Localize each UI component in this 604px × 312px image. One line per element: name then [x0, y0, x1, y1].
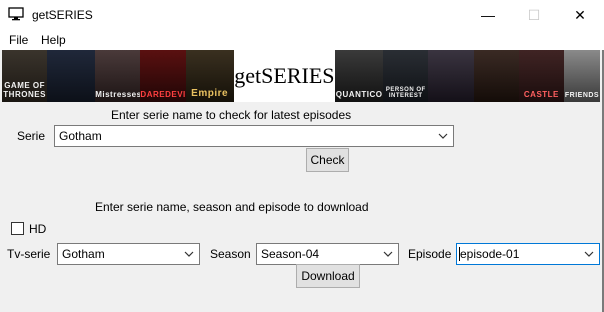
chevron-down-icon	[383, 251, 393, 257]
app-monitor-icon	[8, 7, 24, 21]
poster-person-of-interest: PERSON OF INTEREST	[383, 50, 429, 102]
chevron-down-icon	[184, 251, 194, 257]
check-heading: Enter serie name to check for latest epi…	[111, 108, 352, 122]
tvserie-combobox[interactable]: Gotham	[57, 243, 200, 265]
episode-combobox[interactable]: episode-01	[456, 243, 600, 265]
hd-label: HD	[29, 222, 47, 236]
poster-quantico: QUANTICO	[335, 50, 384, 102]
main-panel: GAME OF THRONES Mistresses DAREDEVIL Emp…	[0, 50, 604, 312]
poster-series-8	[428, 50, 474, 102]
menu-file[interactable]: File	[9, 33, 28, 47]
poster-castle: CASTLE	[518, 50, 564, 102]
window-title: getSERIES	[32, 8, 93, 22]
serie-combobox[interactable]: Gotham	[54, 125, 454, 147]
season-label: Season	[210, 247, 251, 261]
download-heading: Enter serie name, season and episode to …	[95, 200, 369, 214]
close-button[interactable]: ✕	[557, 0, 603, 30]
menu-bar: File Help	[0, 30, 604, 50]
series-banner: GAME OF THRONES Mistresses DAREDEVIL Emp…	[2, 50, 600, 102]
episode-label: Episode	[408, 247, 452, 261]
poster-mistresses: Mistresses	[95, 50, 141, 102]
minimize-button[interactable]: —	[465, 0, 511, 30]
season-value: Season-04	[261, 247, 320, 261]
menu-help[interactable]: Help	[41, 33, 66, 47]
episode-value: episode-01	[459, 247, 520, 261]
tvserie-value: Gotham	[62, 247, 105, 261]
poster-suits	[47, 50, 96, 102]
tvserie-label: Tv-serie	[7, 247, 51, 261]
hd-checkbox[interactable]	[11, 222, 24, 235]
poster-scandal	[473, 50, 519, 102]
check-button[interactable]: Check	[306, 148, 349, 172]
maximize-button[interactable]: ☐	[511, 0, 557, 30]
poster-daredevil: DAREDEVIL	[140, 50, 186, 102]
poster-game-of-thrones: GAME OF THRONES	[2, 50, 48, 102]
serie-value: Gotham	[59, 129, 102, 143]
chevron-down-icon	[438, 133, 448, 139]
chevron-down-icon	[584, 251, 594, 257]
banner-logo: getSERIES	[233, 50, 336, 102]
poster-empire: Empire	[185, 50, 234, 102]
title-bar: getSERIES — ☐ ✕	[0, 0, 604, 30]
season-combobox[interactable]: Season-04	[256, 243, 399, 265]
download-button[interactable]: Download	[296, 264, 360, 288]
serie-label: Serie	[17, 129, 46, 143]
poster-friends: FRIENDS	[564, 50, 600, 102]
